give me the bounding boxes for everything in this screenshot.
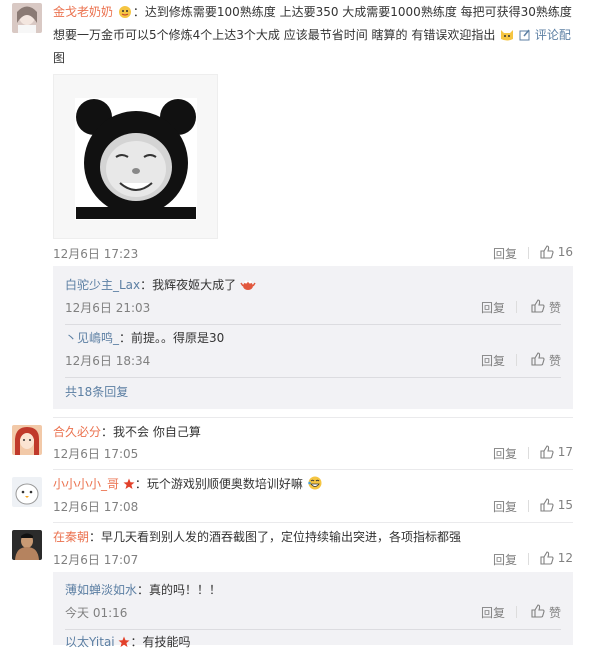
vip-star-icon[interactable] [118,635,130,653]
comment-meta: 12月6日 17:05 回复 17 [53,445,573,463]
username-link[interactable]: 小小小小_哥 [53,477,119,491]
like-button[interactable]: 赞 [531,604,561,621]
reply-button[interactable]: 回复 [493,245,517,262]
reply-item: 白驼少主_Lax：我辉夜姬大成了 [65,276,561,297]
crab-emoji-icon [240,276,256,297]
comment-text: ：早几天看到别人发的酒吞截图了，定位持续输出突进，各项指标都强 [89,530,462,544]
more-replies-link[interactable]: 共18条回复 [65,385,128,399]
comment-meta: 12月6日 17:23 回复 16 [53,245,573,263]
reply-button[interactable]: 回复 [481,352,505,369]
comment-content: 小小小小_哥 ：玩个游戏别顺便奥数培训好嘛 [53,474,573,497]
comment-text: ：玩个游戏别顺便奥数培训好嘛 [134,477,303,491]
like-button[interactable]: 17 [540,445,573,459]
comment-content: 在秦朝：早几天看到别人发的酒吞截图了，定位持续输出突进，各项指标都强 [53,527,573,547]
divider [528,447,529,459]
comment-image[interactable] [53,74,218,239]
thumbs-up-icon [540,551,554,565]
reply-item: 以太Yitai ：有技能吗 [65,633,561,653]
thumbs-up-icon [531,299,545,316]
comment-meta: 12月6日 17:08 回复 15 [53,498,573,516]
comment-date: 12月6日 17:05 [53,447,139,461]
comment-date: 12月6日 17:07 [53,553,139,567]
emoji-icon [117,3,133,25]
avatar[interactable] [12,477,42,507]
divider [528,247,529,259]
reply-text: ：我辉夜姬大成了 [140,278,237,292]
avatar[interactable] [12,425,42,455]
divider [65,377,561,378]
reply-item: 薄如蝉淡如水：真的吗！！！ [65,581,561,599]
comment-text: ：我不会 你自己算 [101,425,201,439]
comment-text: ：达到修炼需要100熟练度 上达要350 大成需要1000熟练度 每把可获得30… [132,5,572,19]
reply-text: ：前提。。得原是30 [119,331,225,345]
reply-button[interactable]: 回复 [493,498,517,515]
reply-meta: 今天 01:16 回复 赞 [65,604,561,622]
thumbs-up-icon [540,245,554,259]
like-button[interactable]: 16 [540,245,573,259]
reply-username-link[interactable]: 白驼少主_Lax [65,278,140,292]
reply-list: 薄如蝉淡如水：真的吗！！！ 今天 01:16 回复 赞 以太Yitai ：有技能… [53,572,573,649]
more-replies-link-wrap: 共18条回复 [65,383,561,400]
reply-button[interactable]: 回复 [493,445,517,462]
like-label: 赞 [548,354,561,368]
cat-emoji-icon [499,26,515,48]
like-label: 赞 [548,301,561,315]
avatar[interactable] [12,530,42,560]
edit-icon [519,27,531,47]
reply-button[interactable]: 回复 [493,551,517,568]
divider [65,629,561,630]
divider [53,417,573,418]
username-link[interactable]: 合久必分 [53,425,101,439]
username-link[interactable]: 在秦朝 [53,530,89,544]
like-count: 17 [557,445,573,459]
like-count: 16 [557,245,573,259]
divider [53,469,573,470]
reply-username-link[interactable]: 薄如蝉淡如水 [65,583,137,597]
divider [528,553,529,565]
reply-username-link[interactable]: 丶见嶋鸣_ [65,331,119,345]
like-label: 赞 [548,606,561,620]
thumbs-up-icon [540,445,554,459]
comment-with-image-link-wrap[interactable]: 图 [53,48,573,68]
vip-star-icon[interactable] [123,476,135,496]
thumbs-up-icon [540,498,554,512]
comment-meta: 12月6日 17:07 回复 12 [53,551,573,569]
divider [516,606,517,618]
like-button[interactable]: 赞 [531,299,561,316]
reply-text: ：真的吗！！！ [137,583,222,597]
reply-date: 12月6日 21:03 [65,301,151,315]
comment-with-image-link[interactable]: 评论配 [519,28,571,42]
reply-button[interactable]: 回复 [481,604,505,621]
thumbs-up-icon [531,352,545,369]
reply-date: 12月6日 18:34 [65,354,151,368]
reply-meta: 12月6日 18:34 回复 赞 [65,352,561,370]
divider [65,324,561,325]
divider [516,354,517,366]
comment-content: 金戈老奶奶 ：达到修炼需要100熟练度 上达要350 大成需要1000熟练度 每… [53,2,573,68]
thumbs-up-icon [531,604,545,621]
divider [53,522,573,523]
reply-item: 丶见嶋鸣_：前提。。得原是30 [65,329,561,347]
laugh-emoji-icon [307,475,323,497]
reply-list: 白驼少主_Lax：我辉夜姬大成了 12月6日 21:03 回复 赞 丶见嶋鸣_：… [53,266,573,409]
reply-button[interactable]: 回复 [481,299,505,316]
comment-content: 合久必分：我不会 你自己算 [53,422,573,442]
like-button[interactable]: 15 [540,498,573,512]
like-button[interactable]: 赞 [531,352,561,369]
divider [516,301,517,313]
like-count: 12 [557,551,573,565]
reply-username-link[interactable]: 以太Yitai [65,635,115,649]
like-count: 15 [557,498,573,512]
reply-text: ：有技能吗 [130,635,191,649]
comment-text-cont: 想要一万金币可以5个修炼4个上达3个大成 应该最节省时间 瞎算的 有错误欢迎指出 [53,28,496,42]
reply-date: 今天 01:16 [65,606,128,620]
comment-date: 12月6日 17:23 [53,247,139,261]
username-link[interactable]: 金戈老奶奶 [53,5,113,19]
comment-date: 12月6日 17:08 [53,500,139,514]
divider [528,500,529,512]
reply-meta: 12月6日 21:03 回复 赞 [65,299,561,317]
like-button[interactable]: 12 [540,551,573,565]
avatar[interactable] [12,3,42,33]
